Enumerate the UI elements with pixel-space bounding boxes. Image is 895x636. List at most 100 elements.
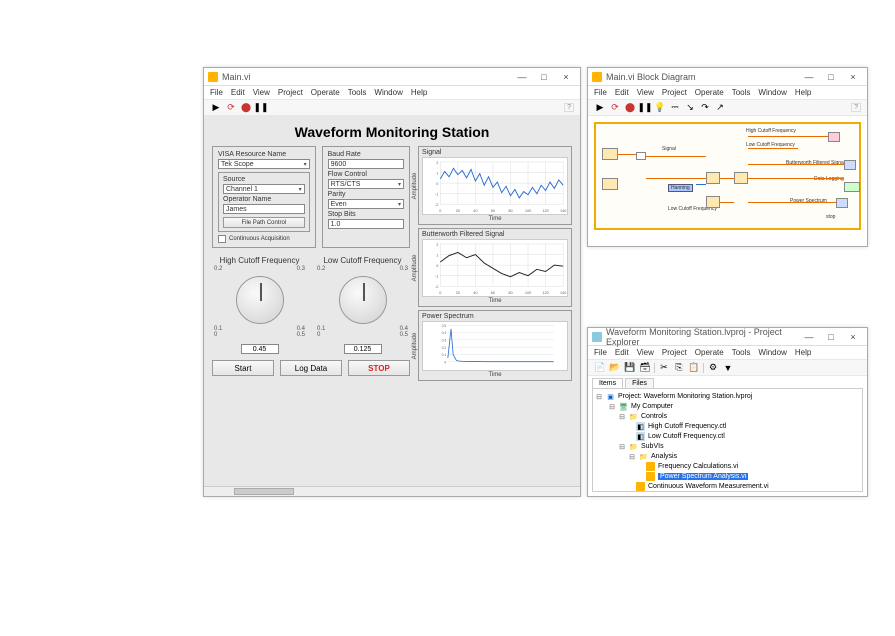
tree-lcf-ctl[interactable]: ◧Low Cutoff Frequency.ctl bbox=[595, 432, 860, 442]
menu-window[interactable]: Window bbox=[374, 88, 402, 97]
flow-control-combo[interactable]: RTS/CTS bbox=[328, 179, 404, 189]
low-cutoff-knob[interactable] bbox=[339, 276, 387, 324]
menu-project[interactable]: Project bbox=[662, 348, 687, 357]
menu-operate[interactable]: Operate bbox=[695, 348, 724, 357]
resolve-conflicts-icon[interactable]: ⚙ bbox=[707, 362, 719, 374]
operator-name-input[interactable]: James bbox=[223, 204, 305, 214]
project-tree[interactable]: ⊟▣Project: Waveform Monitoring Station.l… bbox=[592, 388, 863, 492]
new-icon[interactable]: 📄 bbox=[594, 362, 606, 374]
horizontal-scrollbar[interactable] bbox=[204, 486, 580, 496]
bd-node-indicator-ps[interactable] bbox=[836, 198, 848, 208]
bd-node-split[interactable] bbox=[636, 152, 646, 160]
source-combo[interactable]: Channel 1 bbox=[223, 184, 305, 194]
menu-help[interactable]: Help bbox=[795, 348, 811, 357]
titlebar[interactable]: Main.vi Block Diagram — □ × bbox=[588, 68, 867, 86]
menu-window[interactable]: Window bbox=[758, 348, 786, 357]
tree-analysis-folder[interactable]: ⊟📁Analysis bbox=[595, 452, 860, 462]
bd-node-fft[interactable] bbox=[706, 196, 720, 208]
menu-edit[interactable]: Edit bbox=[231, 88, 245, 97]
retain-wire-icon[interactable]: ⎓ bbox=[669, 102, 681, 114]
high-cutoff-value[interactable]: 0.45 bbox=[241, 344, 279, 354]
visa-resource-combo[interactable]: Tek Scope bbox=[218, 159, 310, 169]
tab-items[interactable]: Items bbox=[592, 378, 623, 388]
context-help-icon[interactable]: ? bbox=[851, 103, 861, 112]
save-icon[interactable]: 💾 bbox=[624, 362, 636, 374]
high-cutoff-knob[interactable] bbox=[236, 276, 284, 324]
minimize-button[interactable]: — bbox=[799, 331, 819, 343]
save-all-icon[interactable]: 🗃 bbox=[639, 362, 651, 374]
baud-rate-input[interactable]: 9600 bbox=[328, 159, 404, 169]
step-over-icon[interactable]: ↷ bbox=[699, 102, 711, 114]
titlebar[interactable]: Main.vi — □ × bbox=[204, 68, 580, 86]
menu-operate[interactable]: Operate bbox=[311, 88, 340, 97]
highlight-exec-icon[interactable]: 💡 bbox=[654, 102, 666, 114]
menu-help[interactable]: Help bbox=[795, 88, 811, 97]
tree-subvis-folder[interactable]: ⊟📁SubVIs bbox=[595, 442, 860, 452]
scrollbar-thumb[interactable] bbox=[234, 488, 294, 495]
menu-edit[interactable]: Edit bbox=[615, 88, 629, 97]
tree-freq-calc-vi[interactable]: Frequency Calculations.vi bbox=[595, 462, 860, 472]
run-button[interactable]: ▶ bbox=[594, 102, 606, 114]
maximize-button[interactable]: □ bbox=[534, 71, 554, 83]
run-button[interactable]: ▶ bbox=[210, 102, 222, 114]
step-into-icon[interactable]: ↘ bbox=[684, 102, 696, 114]
file-path-button[interactable]: File Path Control bbox=[223, 217, 305, 228]
bd-node-analyze[interactable] bbox=[734, 172, 748, 184]
bd-label-hanning[interactable]: Hanning bbox=[668, 184, 693, 192]
run-continuous-button[interactable]: ⟳ bbox=[225, 102, 237, 114]
menu-help[interactable]: Help bbox=[411, 88, 427, 97]
tree-my-computer[interactable]: ⊟🖥My Computer bbox=[595, 402, 860, 412]
menu-view[interactable]: View bbox=[637, 88, 654, 97]
menu-view[interactable]: View bbox=[637, 348, 654, 357]
menu-operate[interactable]: Operate bbox=[695, 88, 724, 97]
bd-node-filter[interactable] bbox=[706, 172, 720, 184]
minimize-button[interactable]: — bbox=[799, 71, 819, 83]
log-data-button[interactable]: Log Data bbox=[280, 360, 342, 376]
abort-button[interactable]: ⬤ bbox=[624, 102, 636, 114]
menu-view[interactable]: View bbox=[253, 88, 270, 97]
context-help-icon[interactable]: ? bbox=[564, 103, 574, 112]
open-icon[interactable]: 📂 bbox=[609, 362, 621, 374]
maximize-button[interactable]: □ bbox=[821, 71, 841, 83]
menu-file[interactable]: File bbox=[594, 348, 607, 357]
chart-signal-plot[interactable]: Amplitude -2-1012020406080100120140 bbox=[422, 157, 568, 215]
tree-hcf-ctl[interactable]: ◧High Cutoff Frequency.ctl bbox=[595, 422, 860, 432]
pause-button[interactable]: ❚❚ bbox=[255, 102, 267, 114]
bd-node-config[interactable] bbox=[602, 178, 618, 190]
bd-node-indicator-hcf[interactable] bbox=[828, 132, 840, 142]
close-button[interactable]: × bbox=[843, 71, 863, 83]
stop-button[interactable]: STOP bbox=[348, 360, 410, 376]
menu-edit[interactable]: Edit bbox=[615, 348, 629, 357]
menu-file[interactable]: File bbox=[210, 88, 223, 97]
run-continuous-button[interactable]: ⟳ bbox=[609, 102, 621, 114]
tab-files[interactable]: Files bbox=[625, 378, 654, 388]
continuous-acq-checkbox[interactable] bbox=[218, 235, 226, 243]
bd-node-indicator-log[interactable] bbox=[844, 182, 860, 192]
menu-tools[interactable]: Tools bbox=[732, 88, 751, 97]
menu-project[interactable]: Project bbox=[278, 88, 303, 97]
menu-tools[interactable]: Tools bbox=[348, 88, 367, 97]
pause-button[interactable]: ❚❚ bbox=[639, 102, 651, 114]
tree-ps-analysis-vi[interactable]: Power Spectrum Analysis.vi bbox=[595, 472, 860, 482]
titlebar[interactable]: Waveform Monitoring Station.lvproj - Pro… bbox=[588, 328, 867, 346]
abort-button[interactable]: ⬤ bbox=[240, 102, 252, 114]
step-out-icon[interactable]: ↗ bbox=[714, 102, 726, 114]
menu-tools[interactable]: Tools bbox=[732, 348, 751, 357]
block-diagram-canvas[interactable]: Signal High Cutoff Frequency Low Cutoff … bbox=[594, 122, 861, 230]
bd-node-daq[interactable] bbox=[602, 148, 618, 160]
low-cutoff-value[interactable]: 0.125 bbox=[344, 344, 382, 354]
close-button[interactable]: × bbox=[843, 331, 863, 343]
close-button[interactable]: × bbox=[556, 71, 576, 83]
menu-project[interactable]: Project bbox=[662, 88, 687, 97]
copy-icon[interactable]: ⎘ bbox=[673, 362, 685, 374]
paste-icon[interactable]: 📋 bbox=[688, 362, 700, 374]
cut-icon[interactable]: ✂ bbox=[658, 362, 670, 374]
chart-spectrum-plot[interactable]: Amplitude 00.10.20.30.40.5 bbox=[422, 321, 568, 371]
filter-icon[interactable]: ▼ bbox=[722, 362, 734, 374]
menu-window[interactable]: Window bbox=[758, 88, 786, 97]
minimize-button[interactable]: — bbox=[512, 71, 532, 83]
maximize-button[interactable]: □ bbox=[821, 331, 841, 343]
menu-file[interactable]: File bbox=[594, 88, 607, 97]
tree-controls-folder[interactable]: ⊟📁Controls bbox=[595, 412, 860, 422]
stop-bits-input[interactable]: 1.0 bbox=[328, 219, 404, 229]
